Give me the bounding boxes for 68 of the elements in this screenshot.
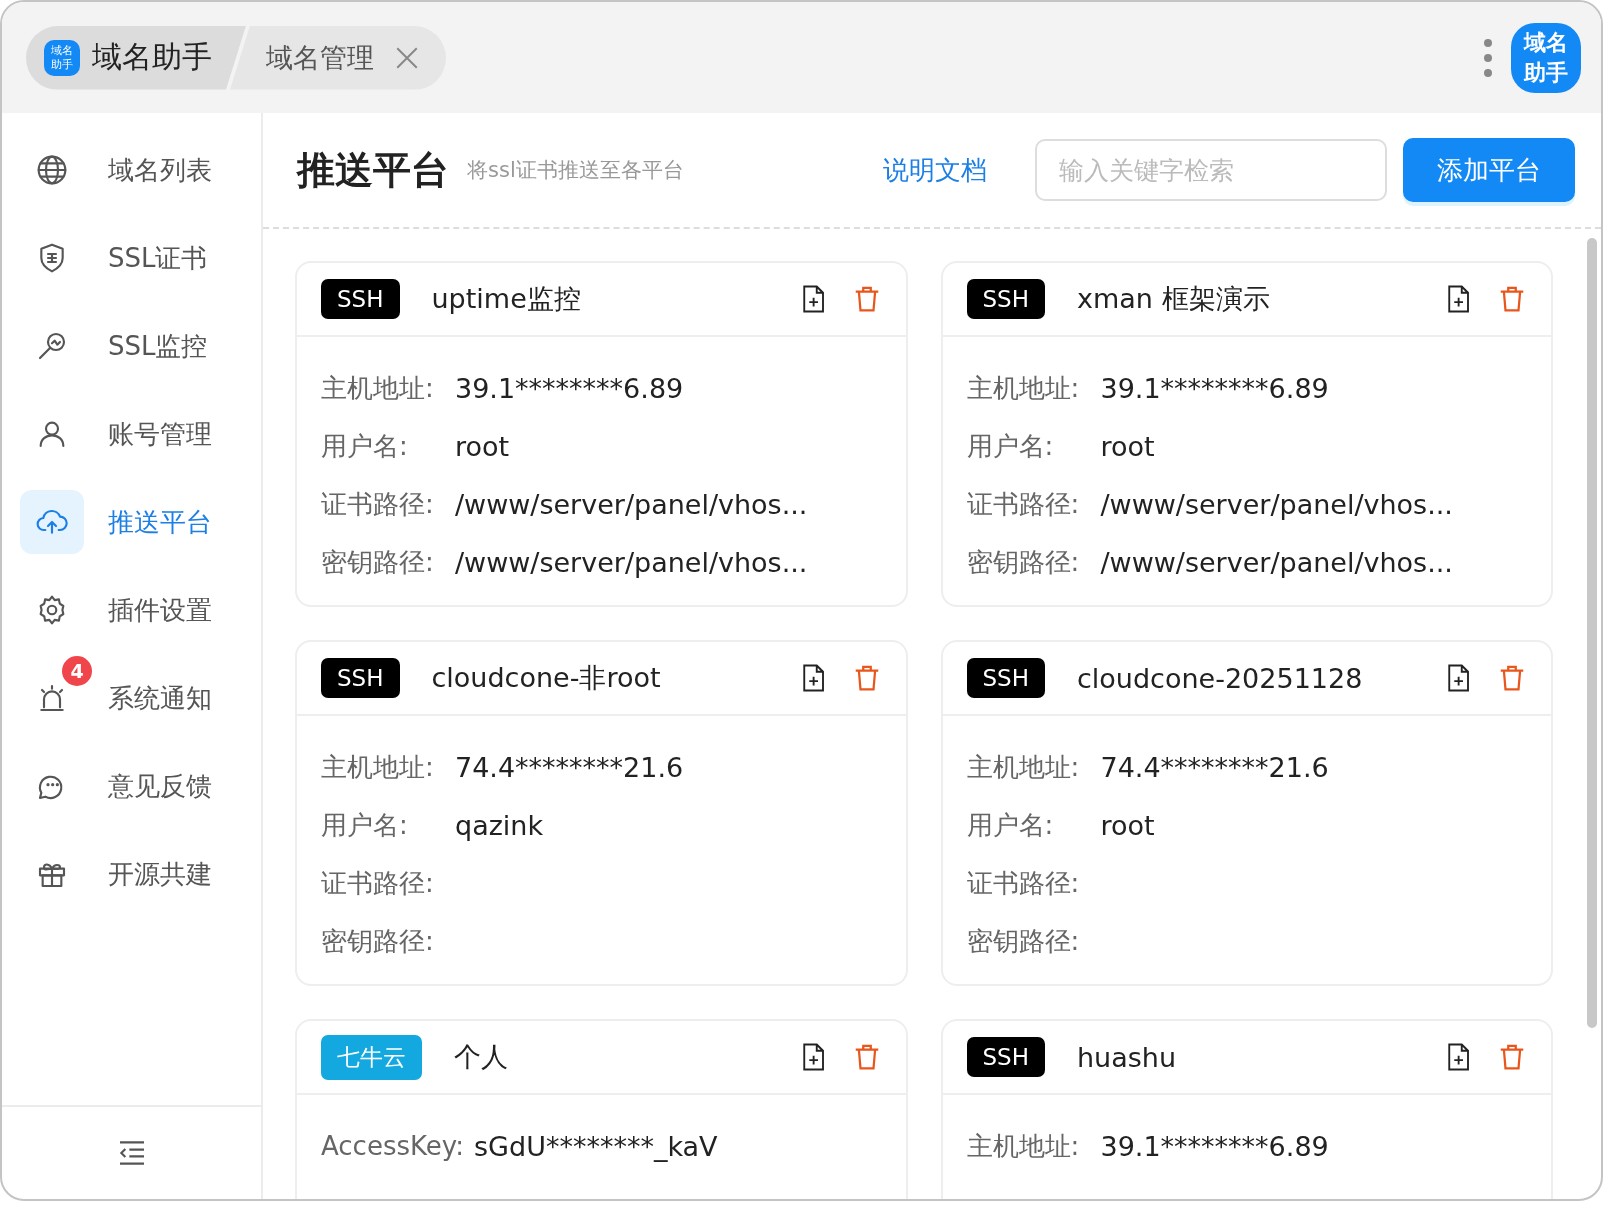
sidebar-item[interactable]: 插件设置 [2, 566, 261, 642]
field-value: qazink [455, 809, 544, 841]
tab-label: 域名助手 [92, 38, 212, 76]
field-label: 主机地址: [966, 371, 1081, 405]
platform-name: cloudcone-非root [431, 661, 662, 695]
field-label: 密钥路径: [966, 545, 1081, 579]
field-value: sGdU********_kaV [474, 1130, 718, 1162]
field-label: 证书路径: [966, 487, 1081, 521]
sidebar-item[interactable]: 开源共建 [2, 830, 261, 906]
platform-name: huashu [1077, 1041, 1178, 1073]
platform-tag: SSH [321, 279, 400, 319]
field-value: /www/server/panel/vhos... [455, 488, 808, 520]
tab[interactable]: 域名助手 域名助手 [26, 25, 246, 90]
platform-tag: SSH [966, 658, 1045, 698]
field-value: root [455, 430, 510, 462]
scrollbar[interactable] [1587, 238, 1597, 1028]
field-label: 证书路径: [321, 487, 435, 521]
sidebar-item[interactable]: SSL证书 [2, 214, 261, 290]
field-value: /www/server/panel/vhos... [1100, 546, 1453, 578]
sidebar-item[interactable]: 推送平台 [2, 478, 261, 554]
field-label: 用户名: [321, 808, 409, 842]
field-label: 密钥路径: [321, 924, 435, 958]
field-value: root [1100, 809, 1155, 841]
field-value: /www/server/panel/vhos... [1100, 488, 1453, 520]
search-field[interactable]: 输入关键字检索 [1035, 139, 1387, 201]
tab-label: 域名管理 [266, 40, 374, 75]
sidebar-item[interactable]: 域名列表 [2, 126, 261, 202]
field-label: 密钥路径: [321, 545, 435, 579]
field-label: 主机地址: [321, 371, 435, 405]
platform-name: 个人 [454, 1040, 509, 1074]
notification-badge: 4 [62, 656, 92, 686]
app-logo-icon[interactable]: 域名 助手 [1511, 22, 1581, 93]
platform-tag: SSH [966, 279, 1045, 319]
globe-icon [36, 154, 68, 186]
field-value: 39.1********6.89 [455, 372, 684, 404]
field-value: root [1100, 430, 1155, 462]
page-title: 推送平台 [297, 146, 449, 194]
field-label: 密钥路径: [966, 924, 1081, 958]
sidebar-item[interactable]: 意见反馈 [2, 742, 261, 818]
more-icon[interactable] [1483, 37, 1493, 78]
platform-name: xman 框架演示 [1077, 282, 1271, 316]
platform-name: uptime监控 [431, 282, 582, 316]
magnifier-icon [36, 330, 68, 362]
field-label: 主机地址: [966, 1129, 1081, 1163]
field-value: 74.4********21.6 [455, 751, 684, 783]
field-label: 用户名: [966, 429, 1055, 463]
docs-link[interactable]: 说明文档 [883, 152, 987, 188]
field-value: 74.4********21.6 [1100, 751, 1329, 783]
tab[interactable]: 域名管理 [230, 25, 446, 90]
field-label: AccessKey: [321, 1131, 464, 1161]
field-label: 主机地址: [321, 750, 435, 784]
app-logo-icon: 域名助手 [44, 39, 80, 76]
field-value: 39.1********6.89 [1100, 1130, 1329, 1162]
page-subtitle: 将ssl证书推送至各平台 [467, 157, 684, 184]
field-label: 用户名: [966, 808, 1055, 842]
field-value: 39.1********6.89 [1100, 372, 1329, 404]
field-label: 主机地址: [966, 750, 1081, 784]
field-label: 用户名: [321, 429, 409, 463]
platform-tag: SSH [321, 658, 400, 698]
sidebar-item[interactable]: SSL监控 [2, 302, 261, 378]
platform-tag: 七牛云 [321, 1034, 422, 1080]
sidebar-item[interactable]: 账号管理 [2, 390, 261, 466]
platform-name: cloudcone-20251128 [1077, 662, 1364, 694]
platform-tag: SSH [966, 1037, 1045, 1077]
field-value: /www/server/panel/vhos... [455, 546, 808, 578]
field-label: 证书路径: [321, 866, 435, 900]
sidebar-item[interactable]: 4 系统通知 [2, 654, 261, 730]
field-label: 证书路径: [966, 866, 1081, 900]
